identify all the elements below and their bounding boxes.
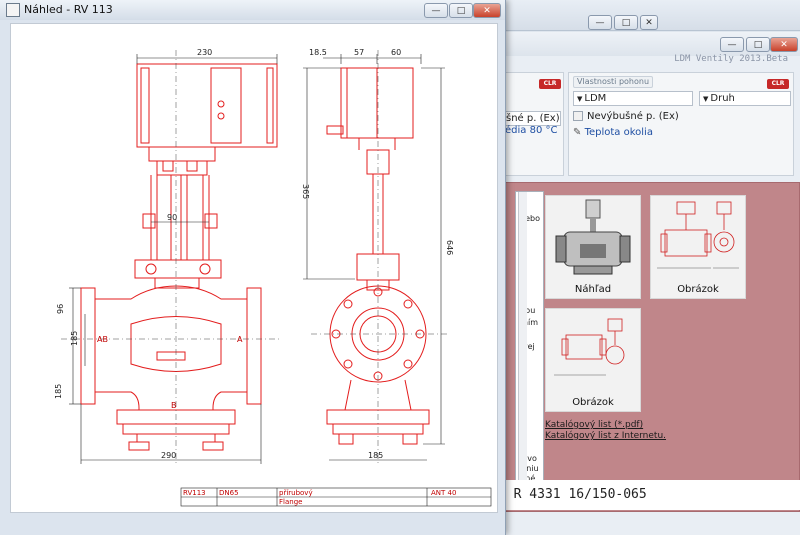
dim-left-185-lower: 185 [54,384,63,399]
option-list[interactable]: alebo štou ením ovej (< kovo raniu stné … [515,191,544,501]
outer-window-titlebar: — □ ✕ [498,0,800,31]
drawing-thumbnail-icon [554,318,625,376]
dim-side-60: 60 [391,48,401,57]
thumbnail-drawing[interactable]: Obrázok [650,195,746,299]
checkbox-box[interactable] [573,111,583,121]
drive-properties-label: Vlastnosti pohonu [573,76,654,88]
app-window: — □ ✕ LDM Ventily 2013.Beta CLR šné p. (… [498,32,800,535]
title-block-model: RV113 [183,489,206,497]
valve-code: 3 R 4331 16/150-065 [498,480,800,510]
valve-properties-panel: CLR šné p. (Ex) édia 80 °C [504,72,564,176]
dim-vertical-365: 365 [301,184,310,199]
dim-side-18-5: 18.5 [309,48,327,57]
dropdown-arrow-icon: ▼ [703,95,709,103]
dim-left-185-upper: 185 [70,331,79,346]
dim-left-96: 96 [56,304,65,314]
drive-type-combo[interactable]: ▼ Druh [699,91,791,106]
pencil-icon: ✎ [573,127,585,138]
preview-window: Náhled - RV 113 — □ ✕ 230 90 96 185 185 … [0,0,506,535]
preview-close-button[interactable]: ✕ [473,3,501,18]
port-label-b: B [171,401,177,410]
drawing-thumbnail-icon [657,201,739,269]
app-maximize-button[interactable]: □ [746,37,770,52]
title-block-connection-en: Flange [279,498,302,506]
background-window: — □ ✕ — □ ✕ LDM Ventily 2013.Beta CLR šn… [498,0,800,535]
drive-properties-panel: Vlastnosti pohonu CLR ▼ LDM ▼ Druh Nevýbuš… [568,72,794,176]
dim-vertical-646: 646 [445,240,454,255]
app-close-button[interactable]: ✕ [770,37,798,52]
preview-maximize-button[interactable]: □ [449,3,473,18]
preview-titlebar: Náhled - RV 113 — □ ✕ [0,0,505,20]
valve-photo-icon [555,199,631,275]
list-scrollbar[interactable] [518,192,527,500]
title-block-dn: DN65 [219,489,239,497]
dim-top-width: 230 [197,48,212,57]
drive-manufacturer-combo[interactable]: ▼ LDM [573,91,693,106]
technical-drawing: 230 90 96 185 185 290 AB A B 18.5 57 60 … [10,23,498,513]
explosion-proof-field[interactable]: šné p. (Ex) [505,111,561,126]
outer-maximize-button[interactable]: □ [614,15,638,30]
explosion-proof-checkbox[interactable]: Nevýbušné p. (Ex) [573,111,679,122]
catalog-pdf-link[interactable]: Katalógový list (*.pdf) [545,420,643,430]
dim-side-57: 57 [354,48,364,57]
app-title: LDM Ventily 2013.Beta [674,54,788,64]
thumbnail-drawing-2[interactable]: Obrázok [545,308,641,412]
explosion-proof-label: Nevýbušné p. (Ex) [587,111,679,122]
thumbnail-caption: Náhľad [574,284,612,295]
drive-manufacturer-value: LDM [584,93,607,104]
preview-minimize-button[interactable]: — [424,3,448,18]
drive-type-value: Druh [710,93,735,104]
valve-drawing-svg: 230 90 96 185 185 290 AB A B 18.5 57 60 … [54,48,492,507]
clr-button-left[interactable]: CLR [539,79,561,89]
ambient-temperature-link[interactable]: ✎ Teplota okolia [573,127,653,138]
preview-window-title: Náhled - RV 113 [24,3,113,16]
window-icon [6,3,20,17]
thumbnail-preview[interactable]: Náhľad [545,195,641,299]
title-block-connection-cz: přírubový [279,489,313,497]
catalog-internet-link[interactable]: Katalógový list z Internetu. [545,431,666,441]
dim-stem: 90 [167,213,177,222]
thumbnail-caption: Obrázok [677,284,719,295]
port-label-a: A [237,335,243,344]
media-temp-field: édia 80 °C [505,125,558,136]
ambient-temperature-label: Teplota okolia [584,127,653,138]
port-label-ab: AB [97,335,108,344]
outer-close-button[interactable]: ✕ [640,15,658,30]
title-block-ant: ANT 40 [431,489,456,497]
dropdown-arrow-icon: ▼ [577,95,583,103]
dim-bottom-185: 185 [368,451,383,460]
clr-button-drive[interactable]: CLR [767,79,789,89]
dim-bottom-290: 290 [161,451,176,460]
outer-minimize-button[interactable]: — [588,15,612,30]
app-minimize-button[interactable]: — [720,37,744,52]
thumbnail-caption: Obrázok [572,397,614,408]
product-panel: alebo štou ením ovej (< kovo raniu stné … [504,182,800,512]
app-titlebar: — □ ✕ [498,32,800,56]
